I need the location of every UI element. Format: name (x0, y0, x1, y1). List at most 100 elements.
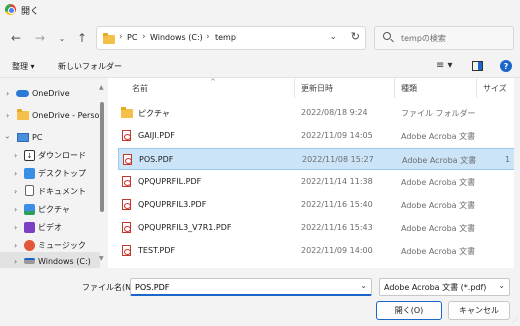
file-modified: 2022/11/09 14:00 (301, 246, 373, 255)
chrome-icon (5, 4, 16, 15)
breadcrumb-pc[interactable]: PC (127, 33, 137, 42)
chevron-right-icon[interactable]: › (14, 223, 17, 232)
file-row[interactable]: QPQUPRFIL3.PDF 2022/11/16 15:40 Adobe Ac… (118, 194, 520, 216)
chevron-right-icon[interactable]: › (14, 169, 17, 178)
help-icon[interactable]: ? (500, 60, 512, 72)
resize-grip-icon[interactable]: ⋰ (512, 317, 518, 324)
address-dropdown-chevron-icon[interactable]: ⌄ (329, 32, 337, 42)
chevron-right-icon[interactable]: › (14, 187, 17, 196)
sort-ascending-icon: ^ (210, 78, 216, 86)
sidebar-item-videos[interactable]: › ビデオ (0, 218, 100, 236)
file-row[interactable]: TEST.PDF 2022/11/09 14:00 Adobe Acroba 文… (118, 240, 520, 262)
file-list-scrollbar[interactable] (514, 78, 520, 268)
search-placeholder: tempの検索 (401, 34, 446, 43)
file-type: Adobe Acroba 文書 (401, 201, 476, 210)
column-header-type[interactable]: 種類 (401, 83, 417, 94)
view-options-icon[interactable]: ≡ ▾ (436, 60, 453, 71)
sidebar-item-downloads[interactable]: › ↓ ダウンロード (0, 146, 100, 164)
chevron-down-icon[interactable]: ⌄ (360, 281, 367, 290)
document-icon (25, 185, 34, 196)
file-type-filter[interactable]: Adobe Acroba 文書 (*.pdf) ⌄ (379, 278, 510, 296)
chevron-down-icon[interactable]: › (3, 135, 12, 138)
sidebar-item-label: ドキュメント (38, 186, 86, 196)
chevron-right-icon[interactable]: › (6, 89, 9, 98)
breadcrumb-temp[interactable]: temp (215, 33, 236, 42)
pictures-icon (24, 204, 35, 215)
column-header-modified[interactable]: 更新日時 (301, 83, 333, 94)
column-divider[interactable] (294, 78, 295, 98)
chevron-right-icon[interactable]: › (6, 111, 9, 120)
column-divider[interactable] (394, 78, 395, 98)
breadcrumb-windows-c[interactable]: Windows (C:) (150, 33, 203, 42)
filename-combobox[interactable]: ⌄ (130, 278, 372, 296)
new-folder-button[interactable]: 新しいフォルダー (58, 61, 122, 72)
navigation-pane: › OneDrive › OneDrive - Persor › PC › ↓ … (0, 78, 108, 270)
back-arrow-icon[interactable]: ← (8, 30, 24, 46)
refresh-icon[interactable]: ↻ (351, 30, 360, 43)
scroll-down-arrow-icon[interactable]: ▼ (99, 255, 104, 262)
sidebar-item-label: ダウンロード (38, 150, 86, 160)
file-row[interactable]: GAIJI.PDF 2022/11/09 14:05 Adobe Acroba … (118, 125, 520, 147)
folder-icon (121, 107, 133, 118)
file-type: Adobe Acroba 文書 (401, 224, 476, 233)
file-row[interactable]: ピクチャ 2022/08/18 9:24 ファイル フォルダー (118, 102, 520, 124)
file-name: GAIJI.PDF (138, 131, 175, 140)
column-header-size[interactable]: サイズ (483, 83, 507, 94)
organize-button[interactable]: 整理 ▾ (12, 61, 35, 72)
sidebar-item-label: ビデオ (38, 222, 62, 232)
pdf-file-icon (122, 245, 131, 256)
file-list: ^ 名前 更新日時 種類 サイズ ピクチャ 2022/08/18 9:24 ファ… (108, 78, 520, 268)
file-modified: 2022/11/16 15:43 (301, 223, 373, 232)
pdf-file-icon (122, 199, 131, 210)
chevron-right-icon[interactable]: › (14, 205, 17, 214)
file-modified: 2022/08/18 9:24 (301, 108, 368, 117)
file-modified: 2022/11/14 11:38 (301, 177, 373, 186)
preview-pane-icon[interactable] (472, 61, 483, 71)
command-bar: 整理 ▾ 新しいフォルダー ≡ ▾ ? (0, 56, 520, 78)
sidebar-item-documents[interactable]: › ドキュメント (0, 182, 100, 200)
chevron-right-icon[interactable]: › (14, 241, 17, 250)
scroll-up-arrow-icon[interactable]: ▲ (99, 84, 104, 91)
navigation-scrollbar[interactable] (100, 102, 104, 212)
file-modified: 2022/11/08 15:27 (302, 155, 374, 164)
forward-arrow-icon[interactable]: → (32, 30, 48, 46)
column-divider[interactable] (476, 78, 477, 98)
music-icon (24, 240, 35, 251)
sidebar-item-onedrive-personal[interactable]: › OneDrive - Persor (0, 106, 103, 124)
breadcrumb-separator: › (206, 32, 210, 42)
address-bar[interactable]: › PC › Windows (C:) › temp ⌄ ↻ (96, 26, 366, 50)
title-bar: 開く (0, 0, 520, 20)
file-row[interactable]: QPQUPRFIL.PDF 2022/11/14 11:38 Adobe Acr… (118, 171, 520, 193)
file-type: ファイル フォルダー (401, 109, 476, 118)
chevron-right-icon[interactable]: › (14, 257, 17, 266)
file-row[interactable]: QPQUPRFIL3_V7R1.PDF 2022/11/16 15:43 Ado… (118, 217, 520, 239)
file-row-selected[interactable]: POS.PDF 2022/11/08 15:27 Adobe Acroba 文書… (118, 148, 520, 170)
sidebar-item-pc[interactable]: › PC (0, 128, 100, 146)
file-type: Adobe Acroba 文書 (401, 178, 476, 187)
desktop-icon (24, 168, 35, 179)
chevron-right-icon[interactable]: › (14, 151, 17, 160)
search-box[interactable]: tempの検索 (374, 26, 514, 50)
cancel-button[interactable]: キャンセル (448, 301, 510, 320)
sidebar-item-label: OneDrive - Persor (32, 110, 103, 120)
up-arrow-icon[interactable]: ↑ (74, 30, 90, 46)
file-name: QPQUPRFIL3.PDF (138, 200, 207, 209)
open-button[interactable]: 開く(O) (376, 301, 442, 320)
file-name: QPQUPRFIL.PDF (138, 177, 202, 186)
filename-input[interactable] (135, 280, 355, 294)
breadcrumb-separator: › (142, 32, 146, 42)
sidebar-item-onedrive[interactable]: › OneDrive (0, 84, 100, 102)
recent-locations-chevron-icon[interactable]: ⌄ (54, 30, 70, 46)
file-modified: 2022/11/09 14:05 (301, 131, 373, 140)
column-header-name[interactable]: 名前 (132, 83, 148, 94)
chevron-down-icon[interactable]: ⌄ (498, 281, 505, 290)
pdf-file-icon (122, 176, 131, 187)
sidebar-item-desktop[interactable]: › デスクトップ (0, 164, 100, 182)
cloud-icon (16, 90, 29, 97)
pdf-file-icon (123, 154, 132, 165)
sidebar-item-pictures[interactable]: › ピクチャ (0, 200, 100, 218)
file-type: Adobe Acroba 文書 (401, 247, 476, 256)
file-type: Adobe Acroba 文書 (401, 132, 476, 141)
window-title: 開く (21, 7, 40, 17)
video-icon (24, 222, 35, 233)
